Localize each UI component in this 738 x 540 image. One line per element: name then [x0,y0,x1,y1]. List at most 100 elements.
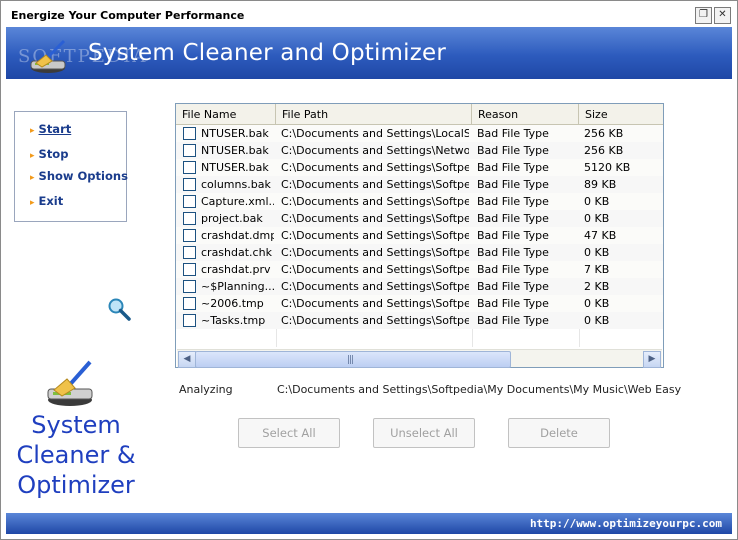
table-row[interactable]: ~2006.tmp C:\Documents and Settings\Softp… [176,295,663,312]
file-list[interactable]: File Name File Path Reason Size NTUSER.b… [175,103,664,368]
cell-file-name: NTUSER.bak [201,127,269,140]
cell-reason: Bad File Type [477,297,549,310]
scrollbar-thumb[interactable]: ||| [195,351,511,368]
table-row[interactable]: columns.bak C:\Documents and Settings\Sof… [176,176,663,193]
row-checkbox[interactable] [183,297,196,310]
arrow-right-icon: ▸ [30,126,35,136]
table-row[interactable]: project.bak C:\Documents and Settings\Sof… [176,210,663,227]
column-header-file-name[interactable]: File Name [176,104,276,124]
cell-size: 256 KB [584,127,624,140]
cell-size: 2 KB [584,280,610,293]
logo-line: System [31,411,121,439]
cell-file-name: crashdat.chk [201,246,272,259]
row-checkbox[interactable] [183,212,196,225]
row-checkbox[interactable] [183,144,196,157]
banner-title: System Cleaner and Optimizer [88,40,447,66]
cell-size: 0 KB [584,212,610,225]
delete-button[interactable]: Delete [508,418,610,448]
row-checkbox[interactable] [183,127,196,140]
cell-file-path: C:\Documents and Settings\Softpe... [281,263,469,276]
table-row[interactable]: NTUSER.bak C:\Documents and Settings\Loca… [176,125,663,142]
cell-size: 89 KB [584,178,617,191]
cell-size: 7 KB [584,263,610,276]
menu-item-exit[interactable]: ▸ Exit [30,194,63,208]
cell-file-path: C:\Documents and Settings\Softpe... [281,314,469,327]
arrow-right-icon: ▸ [30,198,35,208]
scroll-left-icon[interactable]: ◀ [178,351,196,368]
cell-file-path: C:\Documents and Settings\Softpe... [281,297,469,310]
row-checkbox[interactable] [183,229,196,242]
status-path: C:\Documents and Settings\Softpedia\My D… [277,383,682,396]
window-titlebar[interactable]: Energize Your Computer Performance ❐ ✕ [0,0,738,28]
column-header-reason[interactable]: Reason [472,104,579,124]
cell-reason: Bad File Type [477,127,549,140]
row-checkbox[interactable] [183,195,196,208]
cell-reason: Bad File Type [477,229,549,242]
row-checkbox[interactable] [183,246,196,259]
cell-size: 5120 KB [584,161,631,174]
row-checkbox[interactable] [183,161,196,174]
row-checkbox[interactable] [183,314,196,327]
table-row[interactable]: crashdat.chk C:\Documents and Settings\So… [176,244,663,261]
broom-drive-icon [40,358,102,413]
select-all-button[interactable]: Select All [238,418,340,448]
cell-file-path: C:\Documents and Settings\Softpe... [281,212,469,225]
cell-file-path: C:\Documents and Settings\Softpe... [281,195,469,208]
horizontal-scrollbar[interactable]: ◀ ||| ▶ [177,349,662,368]
table-row[interactable]: crashdat.prv C:\Documents and Settings\So… [176,261,663,278]
table-row[interactable]: ~$Planning.... C:\Documents and Settings\… [176,278,663,295]
table-row[interactable]: Capture.xml.... C:\Documents and Settings… [176,193,663,210]
scroll-right-icon[interactable]: ▶ [643,351,661,368]
cell-reason: Bad File Type [477,280,549,293]
cell-file-path: C:\Documents and Settings\Softpe... [281,280,469,293]
row-checkbox[interactable] [183,263,196,276]
menu-item-label: Stop [38,147,69,161]
cell-reason: Bad File Type [477,195,549,208]
cell-file-name: crashdat.dmp [201,229,274,242]
list-header: File Name File Path Reason Size [176,104,663,125]
cell-file-path: C:\Documents and Settings\Networ... [281,144,469,157]
cell-reason: Bad File Type [477,161,549,174]
row-checkbox[interactable] [183,280,196,293]
magnifier-icon [107,297,133,326]
menu-item-label: Exit [38,194,64,208]
logo-line: Cleaner & [16,441,136,469]
menu-item-show-options[interactable]: ▸ Show Options [30,169,128,183]
header-banner: SOFTPEDIA System Cleaner and Optimizer [6,27,732,79]
cell-file-name: project.bak [201,212,263,225]
cell-file-name: Capture.xml.... [201,195,274,208]
menu-item-stop[interactable]: ▸ Stop [30,147,68,161]
table-row[interactable]: NTUSER.bak C:\Documents and Settings\Soft… [176,159,663,176]
logo-text: System Cleaner & Optimizer [14,410,138,500]
menu-item-label: Show Options [38,169,128,183]
unselect-all-button[interactable]: Unselect All [373,418,475,448]
table-row[interactable]: NTUSER.bak C:\Documents and Settings\Netw… [176,142,663,159]
cell-file-name: ~$Planning.... [201,280,274,293]
close-icon[interactable]: ✕ [714,7,731,24]
cell-reason: Bad File Type [477,212,549,225]
cell-size: 0 KB [584,246,610,259]
column-header-file-path[interactable]: File Path [276,104,472,124]
table-row[interactable]: ~Tasks.tmp C:\Documents and Settings\Soft… [176,312,663,329]
cell-reason: Bad File Type [477,314,549,327]
cell-size: 256 KB [584,144,624,157]
menu-item-label: Start [38,122,72,136]
cell-file-name: NTUSER.bak [201,144,269,157]
column-header-size[interactable]: Size [579,104,663,124]
cell-file-name: crashdat.prv [201,263,271,276]
arrow-right-icon: ▸ [30,173,35,183]
cell-file-name: NTUSER.bak [201,161,269,174]
restore-icon[interactable]: ❐ [695,7,712,24]
row-checkbox[interactable] [183,178,196,191]
broom-drive-icon [24,37,76,80]
footer-url-link[interactable]: http://www.optimizeyourpc.com [530,517,722,530]
cell-file-path: C:\Documents and Settings\Softpe... [281,246,469,259]
cell-file-name: columns.bak [201,178,271,191]
menu-item-start[interactable]: ▸ Start [30,122,71,136]
cell-reason: Bad File Type [477,144,549,157]
table-row[interactable]: crashdat.dmp C:\Documents and Settings\So… [176,227,663,244]
cell-size: 0 KB [584,314,610,327]
cell-file-path: C:\Documents and Settings\Softpedia [281,161,469,174]
cell-reason: Bad File Type [477,263,549,276]
status-label: Analyzing [179,383,233,396]
